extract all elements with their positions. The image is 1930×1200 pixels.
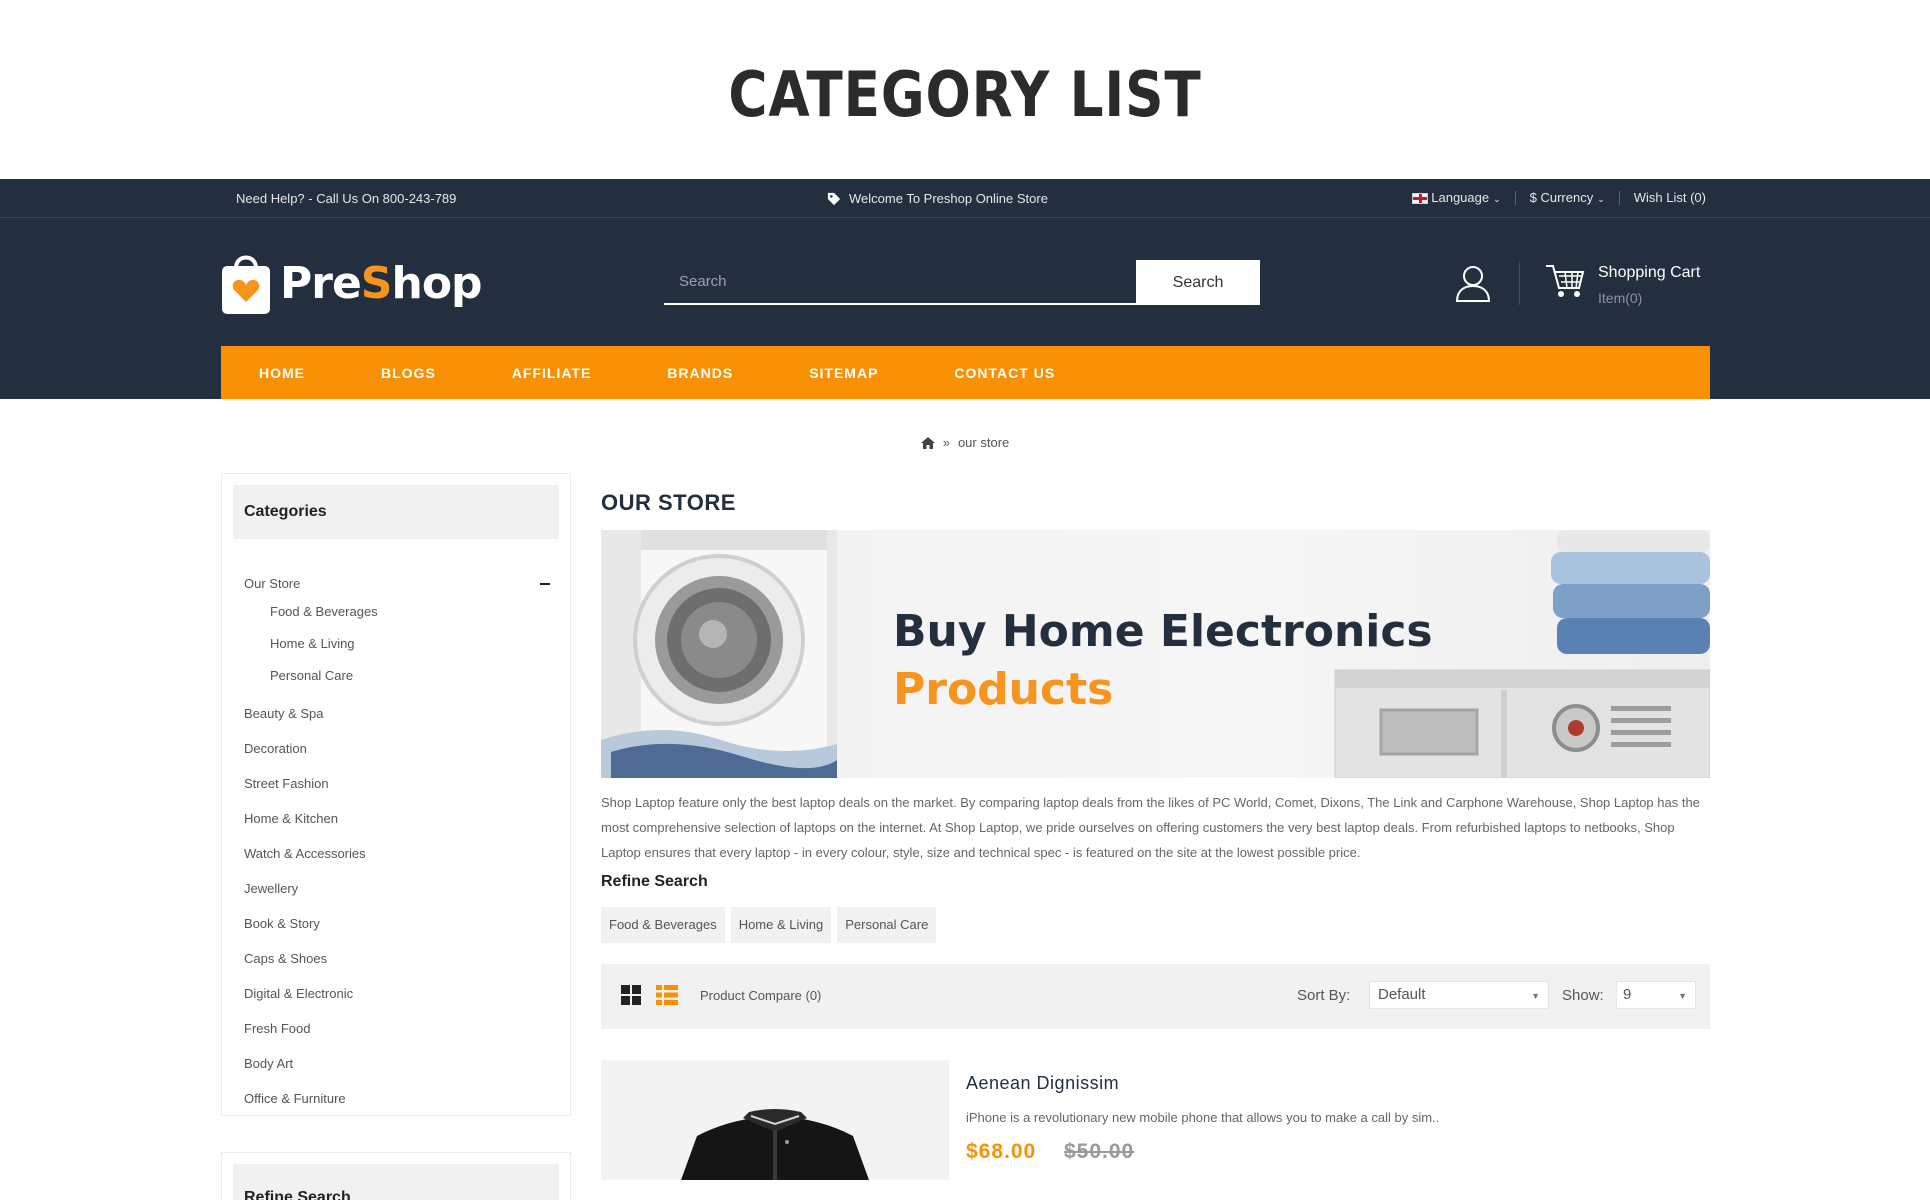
refine-chip[interactable]: Personal Care	[837, 907, 937, 943]
product-compare-link[interactable]: Product Compare (0)	[700, 988, 821, 1003]
category-item[interactable]: Body Art	[244, 1056, 570, 1091]
category-our-store[interactable]: Our Store	[244, 576, 570, 604]
category-item[interactable]: Beauty & Spa	[244, 706, 570, 741]
divider	[1618, 190, 1620, 205]
divider	[1514, 190, 1516, 205]
subcategory-item[interactable]: Home & Living	[244, 636, 570, 668]
show-label: Show:	[1562, 987, 1604, 1004]
wishlist-link[interactable]: Wish List (0)	[1634, 190, 1706, 205]
product-image[interactable]	[601, 1060, 949, 1180]
category-item[interactable]: Watch & Accessories	[244, 846, 570, 881]
category-item[interactable]: Jewellery	[244, 881, 570, 916]
refine-search-title: Refine Search	[601, 873, 708, 890]
cart-title: Shopping Cart	[1598, 264, 1701, 281]
show-select[interactable]: 9 ▼	[1616, 981, 1696, 1009]
collapse-minus-icon[interactable]	[540, 583, 550, 585]
top-bar: Need Help? - Call Us On 800-243-789 Welc…	[0, 179, 1930, 218]
user-account-icon[interactable]	[1455, 264, 1491, 302]
chevron-down-icon: ⌄	[1493, 194, 1501, 204]
cart-summary[interactable]: Shopping Cart Item(0)	[1598, 264, 1700, 306]
category-item[interactable]: Fresh Food	[244, 1021, 570, 1056]
nav-home[interactable]: HOME	[259, 365, 305, 381]
banner-headline: Buy Home Electronics	[893, 606, 1433, 657]
category-item[interactable]: Decoration	[244, 741, 570, 776]
currency-dropdown[interactable]: $ Currency ⌄	[1530, 190, 1605, 205]
chevron-down-icon: ⌄	[1597, 194, 1605, 204]
home-icon[interactable]	[920, 436, 935, 449]
refine-search-heading: Refine Search	[233, 1164, 559, 1200]
main-content: OUR STORE Buy Home Electronics Products …	[601, 473, 1710, 1180]
nav-affiliate[interactable]: AFFILIATE	[512, 365, 592, 381]
category-item[interactable]: Caps & Shoes	[244, 951, 570, 986]
categories-sidebar: Categories Our Store Food & Beverages Ho…	[221, 473, 571, 1116]
cart-count: Item(0)	[1598, 290, 1643, 306]
refine-search-sidebar: Refine Search	[221, 1152, 571, 1200]
tag-icon	[827, 192, 841, 205]
refine-search-chips: Food & Beverages Home & Living Personal …	[601, 907, 1710, 943]
main-nav: HOME BLOGS AFFILIATE BRANDS SITEMAP CONT…	[221, 346, 1710, 399]
page-title: OUR STORE	[601, 490, 736, 515]
dropdown-arrow-icon: ▼	[1678, 991, 1687, 1001]
category-item[interactable]: Home & Kitchen	[244, 811, 570, 846]
nav-blogs[interactable]: BLOGS	[381, 365, 436, 381]
grid-view-icon[interactable]	[621, 985, 641, 1005]
help-phone-text: Need Help? - Call Us On 800-243-789	[236, 191, 457, 206]
currency-label: $ Currency	[1529, 190, 1594, 205]
dropdown-arrow-icon: ▼	[1531, 991, 1540, 1001]
welcome-text: Welcome To Preshop Online Store	[849, 191, 1048, 206]
logo-text: PreShop	[280, 257, 483, 309]
nav-contact-us[interactable]: CONTACT US	[954, 365, 1055, 381]
product-toolbar: Product Compare (0) Sort By: Default ▼ S…	[601, 964, 1710, 1029]
search-bar: Search	[664, 260, 1260, 305]
subcategory-item[interactable]: Personal Care	[244, 668, 570, 706]
refine-chip[interactable]: Home & Living	[730, 907, 832, 943]
product-price: $68.00	[966, 1140, 1037, 1163]
topbar-links: Language ⌄ $ Currency ⌄ Wish List (0)	[1412, 190, 1706, 205]
divider	[1519, 261, 1520, 305]
product-old-price: $50.00	[1064, 1140, 1135, 1163]
breadcrumb-separator: »	[942, 435, 950, 450]
jacket-image	[681, 1109, 869, 1180]
site-header: PreShop Search Shopping Cart Item(0) HOM…	[0, 218, 1930, 399]
category-item[interactable]: Office & Furniture	[244, 1091, 570, 1126]
logo[interactable]: PreShop	[220, 250, 483, 316]
category-list: Our Store Food & Beverages Home & Living…	[222, 550, 570, 1126]
sort-select[interactable]: Default ▼	[1369, 981, 1549, 1009]
language-label: Language	[1431, 190, 1490, 205]
category-description: Shop Laptop feature only the best laptop…	[601, 795, 1700, 860]
category-banner: Buy Home Electronics Products	[601, 530, 1710, 778]
nav-brands[interactable]: BRANDS	[667, 365, 733, 381]
search-button[interactable]: Search	[1136, 260, 1260, 305]
product-description: iPhone is a revolutionary new mobile pho…	[966, 1110, 1440, 1125]
language-dropdown[interactable]: Language ⌄	[1412, 190, 1501, 205]
breadcrumb: » our store	[0, 435, 1930, 450]
category-item[interactable]: Digital & Electronic	[244, 986, 570, 1021]
product-name[interactable]: Aenean Dignissim	[966, 1073, 1119, 1094]
subcategory-item[interactable]: Food & Beverages	[244, 604, 570, 636]
page-hero-title: CATEGORY LIST	[728, 58, 1202, 131]
refine-chip[interactable]: Food & Beverages	[601, 907, 725, 943]
nav-sitemap[interactable]: SITEMAP	[809, 365, 878, 381]
sort-label: Sort By:	[1297, 987, 1351, 1004]
category-item[interactable]: Book & Story	[244, 916, 570, 951]
shopping-cart-icon[interactable]	[1545, 262, 1585, 300]
uk-flag-icon	[1412, 193, 1429, 205]
banner-subheadline: Products	[893, 664, 1114, 715]
category-item[interactable]: Street Fashion	[244, 776, 570, 811]
search-input[interactable]	[664, 260, 1136, 305]
breadcrumb-current[interactable]: our store	[958, 435, 1009, 450]
categories-heading: Categories	[233, 485, 559, 539]
welcome-message: Welcome To Preshop Online Store	[827, 191, 1048, 206]
shopping-bag-logo-icon	[222, 255, 270, 314]
list-view-icon[interactable]	[656, 985, 678, 1005]
product-item: Aenean Dignissim iPhone is a revolutiona…	[601, 1060, 1710, 1180]
